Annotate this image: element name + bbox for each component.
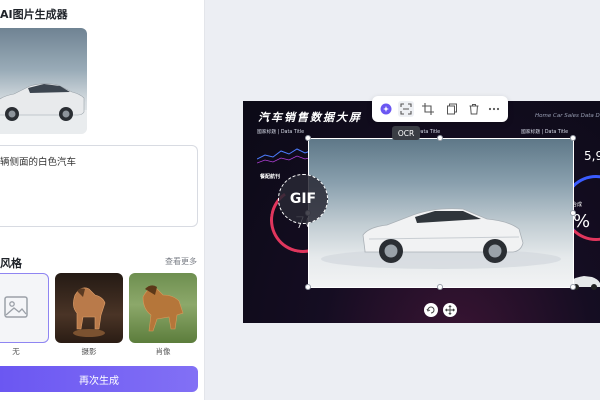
rotate-icon[interactable]: [424, 303, 438, 317]
style-caption-none: 无: [12, 347, 20, 356]
panel-title: AI图片生成器: [0, 8, 68, 21]
view-more-link[interactable]: 查看更多: [165, 256, 197, 267]
resize-handle-bottom-left[interactable]: [305, 284, 311, 290]
delete-icon[interactable]: [466, 101, 482, 117]
right-gauge-label: 合成: [572, 202, 583, 208]
generator-panel: AI图片生成器 辆侧面的白色汽车 风格 查看更多 无 摄影 肖像 再次生成: [0, 0, 205, 400]
right-number: 5,9: [584, 149, 600, 163]
data-title-chip-3: 國家标题 | Data Title: [521, 130, 569, 135]
more-icon[interactable]: [486, 101, 502, 117]
prompt-text: 辆侧面的白色汽车: [0, 157, 77, 168]
style-option-portrait[interactable]: [129, 273, 197, 343]
style-caption-photo: 摄影: [81, 347, 97, 356]
selected-car-image[interactable]: [309, 139, 573, 287]
prompt-input[interactable]: 辆侧面的白色汽车: [0, 145, 198, 227]
resize-handle-bottom[interactable]: [437, 284, 443, 290]
resize-handle-bottom-right[interactable]: [570, 284, 576, 290]
ocr-tooltip: OCR: [392, 126, 420, 140]
horse-figurine-image: [73, 287, 106, 337]
ocr-scan-icon[interactable]: [398, 101, 414, 117]
generated-image-thumbnail[interactable]: [0, 28, 87, 134]
move-icon[interactable]: [443, 303, 457, 317]
ai-magic-icon[interactable]: [378, 101, 394, 117]
image-placeholder-icon: [4, 296, 28, 318]
resize-handle-top-left[interactable]: [305, 135, 311, 141]
mini-line-chart: [257, 148, 314, 164]
copy-icon[interactable]: [444, 101, 460, 117]
style-section-label: 风格: [0, 257, 22, 270]
car-image: [0, 83, 87, 134]
data-title-chip-1: 國家标题 | Data Title: [257, 130, 305, 135]
resize-handle-top[interactable]: [437, 135, 443, 141]
resize-handle-top-right[interactable]: [570, 135, 576, 141]
style-caption-portrait: 肖像: [155, 347, 171, 356]
resize-handle-right[interactable]: [570, 210, 576, 216]
regenerate-button[interactable]: 再次生成: [0, 366, 198, 392]
gif-badge[interactable]: GIF: [278, 174, 328, 224]
style-option-none[interactable]: [0, 273, 49, 343]
white-car-side-image: [321, 208, 561, 269]
crop-icon[interactable]: [420, 101, 436, 117]
horse-portrait-image: [142, 285, 184, 332]
dashboard-subtitle: Home Car Sales Data D: [535, 113, 600, 119]
style-option-photo[interactable]: [55, 273, 123, 343]
dashboard-title: 汽车销售数据大屏: [258, 111, 362, 124]
section-label: 餐配航刊: [260, 174, 281, 180]
image-toolbar: [372, 96, 508, 122]
